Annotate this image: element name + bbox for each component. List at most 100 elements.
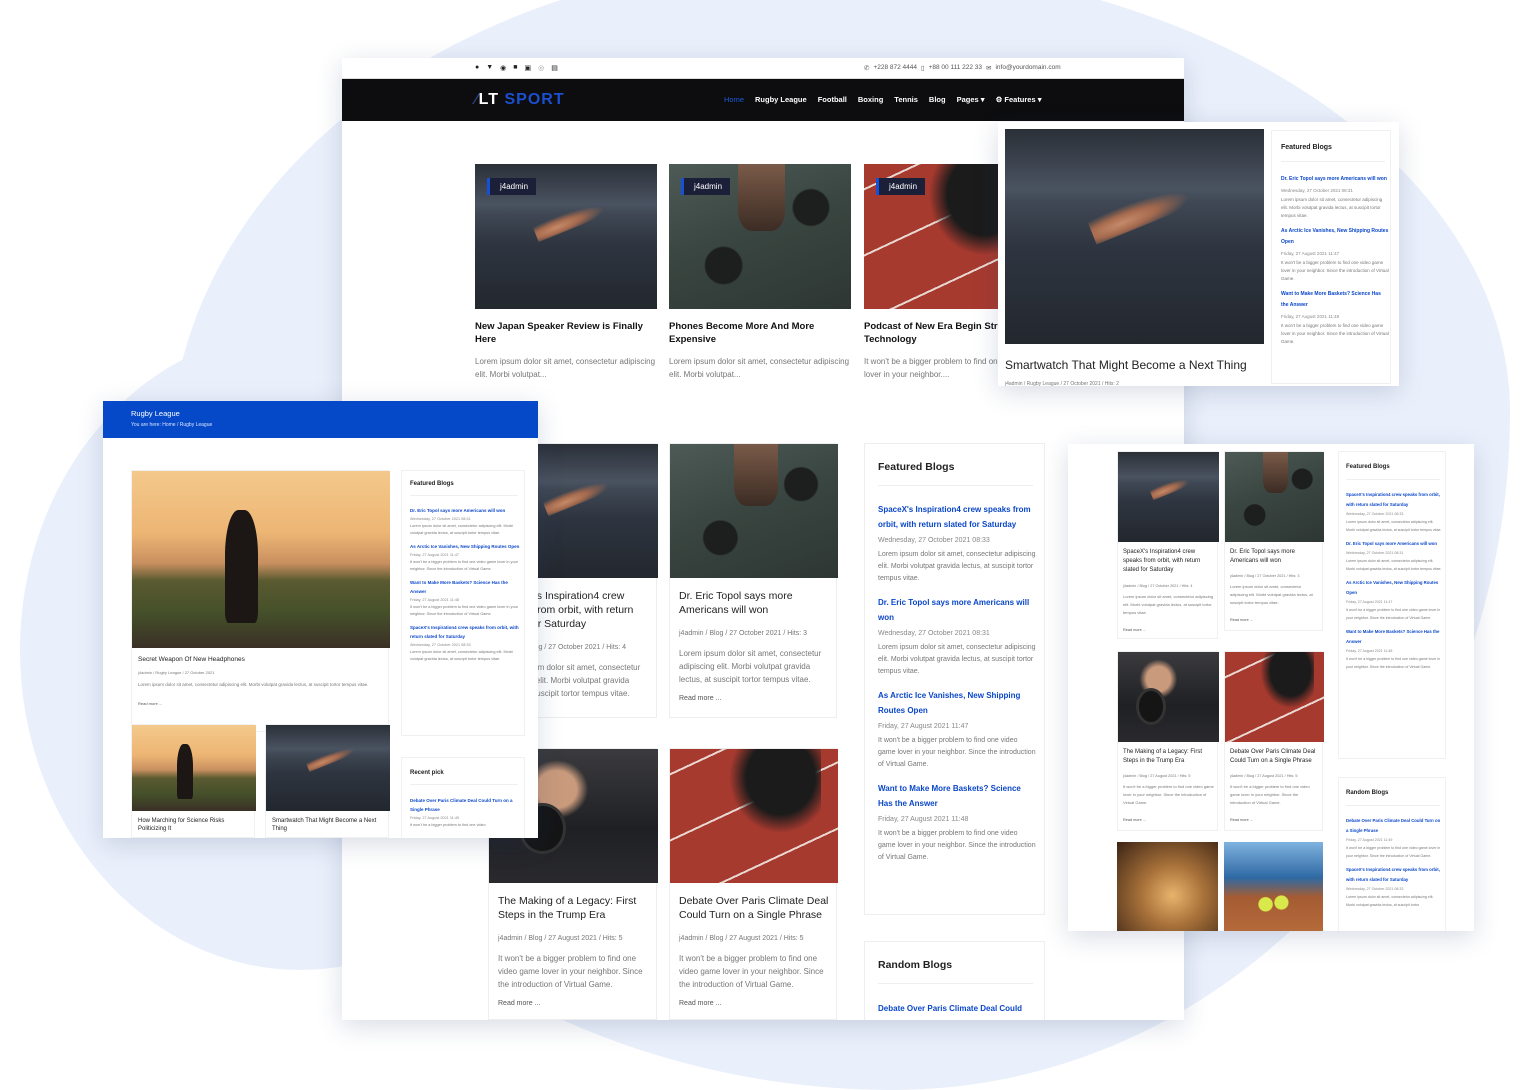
featured-item-title[interactable]: SpaceX's Inspiration4 crew speaks from o… bbox=[878, 502, 1036, 532]
twitter-icon[interactable]: ▼ bbox=[486, 64, 493, 72]
meta-category[interactable]: Blog bbox=[709, 935, 723, 942]
article-image[interactable] bbox=[132, 471, 390, 648]
read-more-link[interactable]: Read more ... bbox=[498, 1000, 540, 1007]
blog-card[interactable]: Dr. Eric Topol says more Americans will … bbox=[1224, 451, 1324, 631]
featured-item-title[interactable]: As Arctic Ice Vanishes, New Shipping Rou… bbox=[1346, 578, 1442, 598]
phone-number[interactable]: +228 872 4444 bbox=[873, 64, 917, 72]
article-image[interactable] bbox=[1224, 842, 1323, 931]
top-bar: ● ▼ ◉ ■ ▣ ◎ ▤ ✆ +228 872 4444 ▯ +88 00 111… bbox=[342, 58, 1184, 79]
featured-item-title[interactable]: SpaceX's Inspiration4 crew speaks from o… bbox=[1346, 490, 1442, 510]
featured-item: SpaceX's Inspiration4 crew speaks from o… bbox=[878, 502, 1036, 585]
meta-category[interactable]: Blog bbox=[528, 935, 542, 942]
article-title[interactable]: How Marching for Science Risks Politiciz… bbox=[138, 817, 250, 833]
meta-hits: Hits: 5 bbox=[602, 935, 623, 942]
article-image[interactable] bbox=[670, 444, 838, 578]
random-item-title[interactable]: SpaceX's Inspiration4 crew speaks from o… bbox=[1346, 865, 1442, 885]
random-item-excerpt: Lorem ipsum dolor sit amet, consectetur … bbox=[1346, 895, 1434, 907]
article-image[interactable] bbox=[1118, 652, 1219, 742]
article-image[interactable] bbox=[670, 749, 838, 883]
nav-pages[interactable]: Pages ▾ bbox=[957, 95, 985, 104]
instagram-icon[interactable]: ◎ bbox=[538, 64, 544, 72]
read-more-link[interactable]: Read more ... bbox=[1123, 818, 1146, 822]
featured-item-title[interactable]: Dr. Eric Topol says more Americans will … bbox=[878, 595, 1036, 625]
rss-icon[interactable]: ▤ bbox=[551, 64, 558, 72]
logo[interactable]: ⁄LT SPORT bbox=[475, 91, 565, 109]
featured-item-title[interactable]: Want to Make More Baskets? Science Has t… bbox=[1281, 289, 1389, 311]
article-image[interactable] bbox=[266, 725, 390, 811]
featured-item-title[interactable]: As Arctic Ice Vanishes, New Shipping Rou… bbox=[410, 542, 520, 551]
linkedin-icon[interactable]: ▣ bbox=[525, 64, 532, 72]
article-image[interactable]: j4admin bbox=[475, 164, 657, 309]
mobile-number[interactable]: +88 00 111 222 33 bbox=[929, 64, 982, 72]
article-image[interactable] bbox=[1225, 652, 1324, 742]
featured-item-title[interactable]: Dr. Eric Topol says more Americans will … bbox=[1346, 539, 1442, 549]
nav-rugby-league[interactable]: Rugby League bbox=[755, 95, 807, 104]
read-more-link[interactable]: Read more ... bbox=[1230, 618, 1253, 622]
featured-item-title[interactable]: As Arctic Ice Vanishes, New Shipping Rou… bbox=[878, 688, 1036, 718]
blog-card[interactable]: Dr. Eric Topol says more Americans will … bbox=[669, 443, 838, 718]
article-image[interactable] bbox=[132, 725, 256, 811]
featured-item-title[interactable]: As Arctic Ice Vanishes, New Shipping Rou… bbox=[1281, 226, 1389, 248]
random-item-title[interactable]: Debate Over Paris Climate Deal Could Tur… bbox=[878, 1001, 1036, 1020]
facebook-icon[interactable]: ● bbox=[475, 64, 479, 72]
featured-item-title[interactable]: Want to Make More Baskets? Science Has t… bbox=[878, 781, 1036, 811]
meta-author[interactable]: j4admin bbox=[679, 630, 704, 637]
nav-football[interactable]: Football bbox=[818, 95, 847, 104]
recent-item-date: Friday, 27 August 2021 11:49 bbox=[410, 816, 460, 820]
read-more-link[interactable]: Read more ... bbox=[679, 695, 721, 702]
nav-home[interactable]: Home bbox=[724, 95, 744, 104]
author-tag[interactable]: j4admin bbox=[487, 178, 537, 195]
read-more-link[interactable]: Read more ... bbox=[1230, 818, 1253, 822]
featured-item-title[interactable]: Want to Make More Baskets? Science Has t… bbox=[1346, 627, 1442, 647]
featured-item-title[interactable]: Want to Make More Baskets? Science Has t… bbox=[410, 578, 520, 596]
pinterest-icon[interactable]: ◉ bbox=[500, 64, 506, 72]
meta-author[interactable]: j4admin bbox=[498, 935, 523, 942]
lead-article[interactable]: Secret Weapon Of New Headphones j4admin … bbox=[131, 470, 390, 732]
author-tag[interactable]: j4admin bbox=[681, 178, 731, 195]
article-title[interactable]: Debate Over Paris Climate Deal Could Tur… bbox=[679, 894, 834, 922]
featured-item-excerpt: It won't be a bigger problem to find one… bbox=[878, 737, 1036, 768]
article-title[interactable]: Debate Over Paris Climate Deal Could Tur… bbox=[1230, 748, 1320, 766]
article-title[interactable]: Dr. Eric Topol says more Americans will … bbox=[679, 589, 829, 617]
article-title[interactable]: Secret Weapon Of New Headphones bbox=[138, 656, 245, 663]
nav-blog[interactable]: Blog bbox=[929, 95, 946, 104]
article-title[interactable]: SpaceX's Inspiration4 crew speaks from o… bbox=[1123, 548, 1215, 575]
blog-card[interactable]: SpaceX's Inspiration4 crew speaks from o… bbox=[1117, 451, 1219, 639]
random-item-title[interactable]: Debate Over Paris Climate Deal Could Tur… bbox=[1346, 816, 1442, 836]
nav-boxing[interactable]: Boxing bbox=[858, 95, 883, 104]
small-article[interactable]: Smartwatch That Might Become a Next Thin… bbox=[265, 724, 390, 838]
article-title[interactable]: The Making of a Legacy: First Steps in t… bbox=[498, 894, 653, 922]
youtube-icon[interactable]: ■ bbox=[513, 64, 517, 72]
read-more-link[interactable]: Read more ... bbox=[138, 701, 162, 706]
nav-tennis[interactable]: Tennis bbox=[894, 95, 918, 104]
featured-item-title[interactable]: Dr. Eric Topol says more Americans will … bbox=[410, 506, 520, 515]
featured-item-date: Wednesday, 27 October 2021 08:31 bbox=[878, 630, 990, 637]
recent-item-title[interactable]: Debate Over Paris Climate Deal Could Tur… bbox=[410, 796, 520, 814]
breadcrumb-home[interactable]: Home bbox=[162, 422, 175, 428]
featured-item-title[interactable]: Dr. Eric Topol says more Americans will … bbox=[1281, 174, 1389, 185]
nav-features[interactable]: ⚙ Features ▾ bbox=[996, 95, 1042, 104]
blog-card[interactable]: Debate Over Paris Climate Deal Could Tur… bbox=[669, 748, 838, 1020]
author-tag[interactable]: j4admin bbox=[876, 178, 926, 195]
email-link[interactable]: info@yourdomain.com bbox=[995, 64, 1060, 72]
blog-card[interactable]: Debate Over Paris Climate Deal Could Tur… bbox=[1224, 651, 1324, 831]
article-title[interactable]: New Japan Speaker Review is Finally Here bbox=[475, 320, 657, 346]
read-more-link[interactable]: Read more ... bbox=[1123, 628, 1146, 632]
meta-author[interactable]: j4admin bbox=[679, 935, 704, 942]
featured-item-title[interactable]: SpaceX's Inspiration4 crew speaks from o… bbox=[410, 623, 520, 641]
article-title[interactable]: Smartwatch That Might Become a Next Thin… bbox=[272, 817, 384, 833]
top-card[interactable]: j4admin Phones Become More And More Expe… bbox=[669, 164, 851, 381]
article-image[interactable]: j4admin bbox=[669, 164, 851, 309]
article-image[interactable] bbox=[1118, 452, 1219, 542]
meta-category[interactable]: Blog bbox=[709, 630, 723, 637]
article-title[interactable]: Dr. Eric Topol says more Americans will … bbox=[1230, 548, 1320, 566]
read-more-link[interactable]: Read more ... bbox=[679, 1000, 721, 1007]
blog-card[interactable]: The Making of a Legacy: First Steps in t… bbox=[1117, 651, 1219, 831]
article-image[interactable] bbox=[1225, 452, 1324, 542]
article-title[interactable]: The Making of a Legacy: First Steps in t… bbox=[1123, 748, 1215, 766]
small-article[interactable]: How Marching for Science Risks Politiciz… bbox=[131, 724, 256, 838]
top-card[interactable]: j4admin New Japan Speaker Review is Fina… bbox=[475, 164, 657, 381]
featured-item: Dr. Eric Topol says more Americans will … bbox=[1281, 174, 1389, 220]
article-title[interactable]: Phones Become More And More Expensive bbox=[669, 320, 851, 346]
article-image[interactable] bbox=[1117, 842, 1218, 931]
